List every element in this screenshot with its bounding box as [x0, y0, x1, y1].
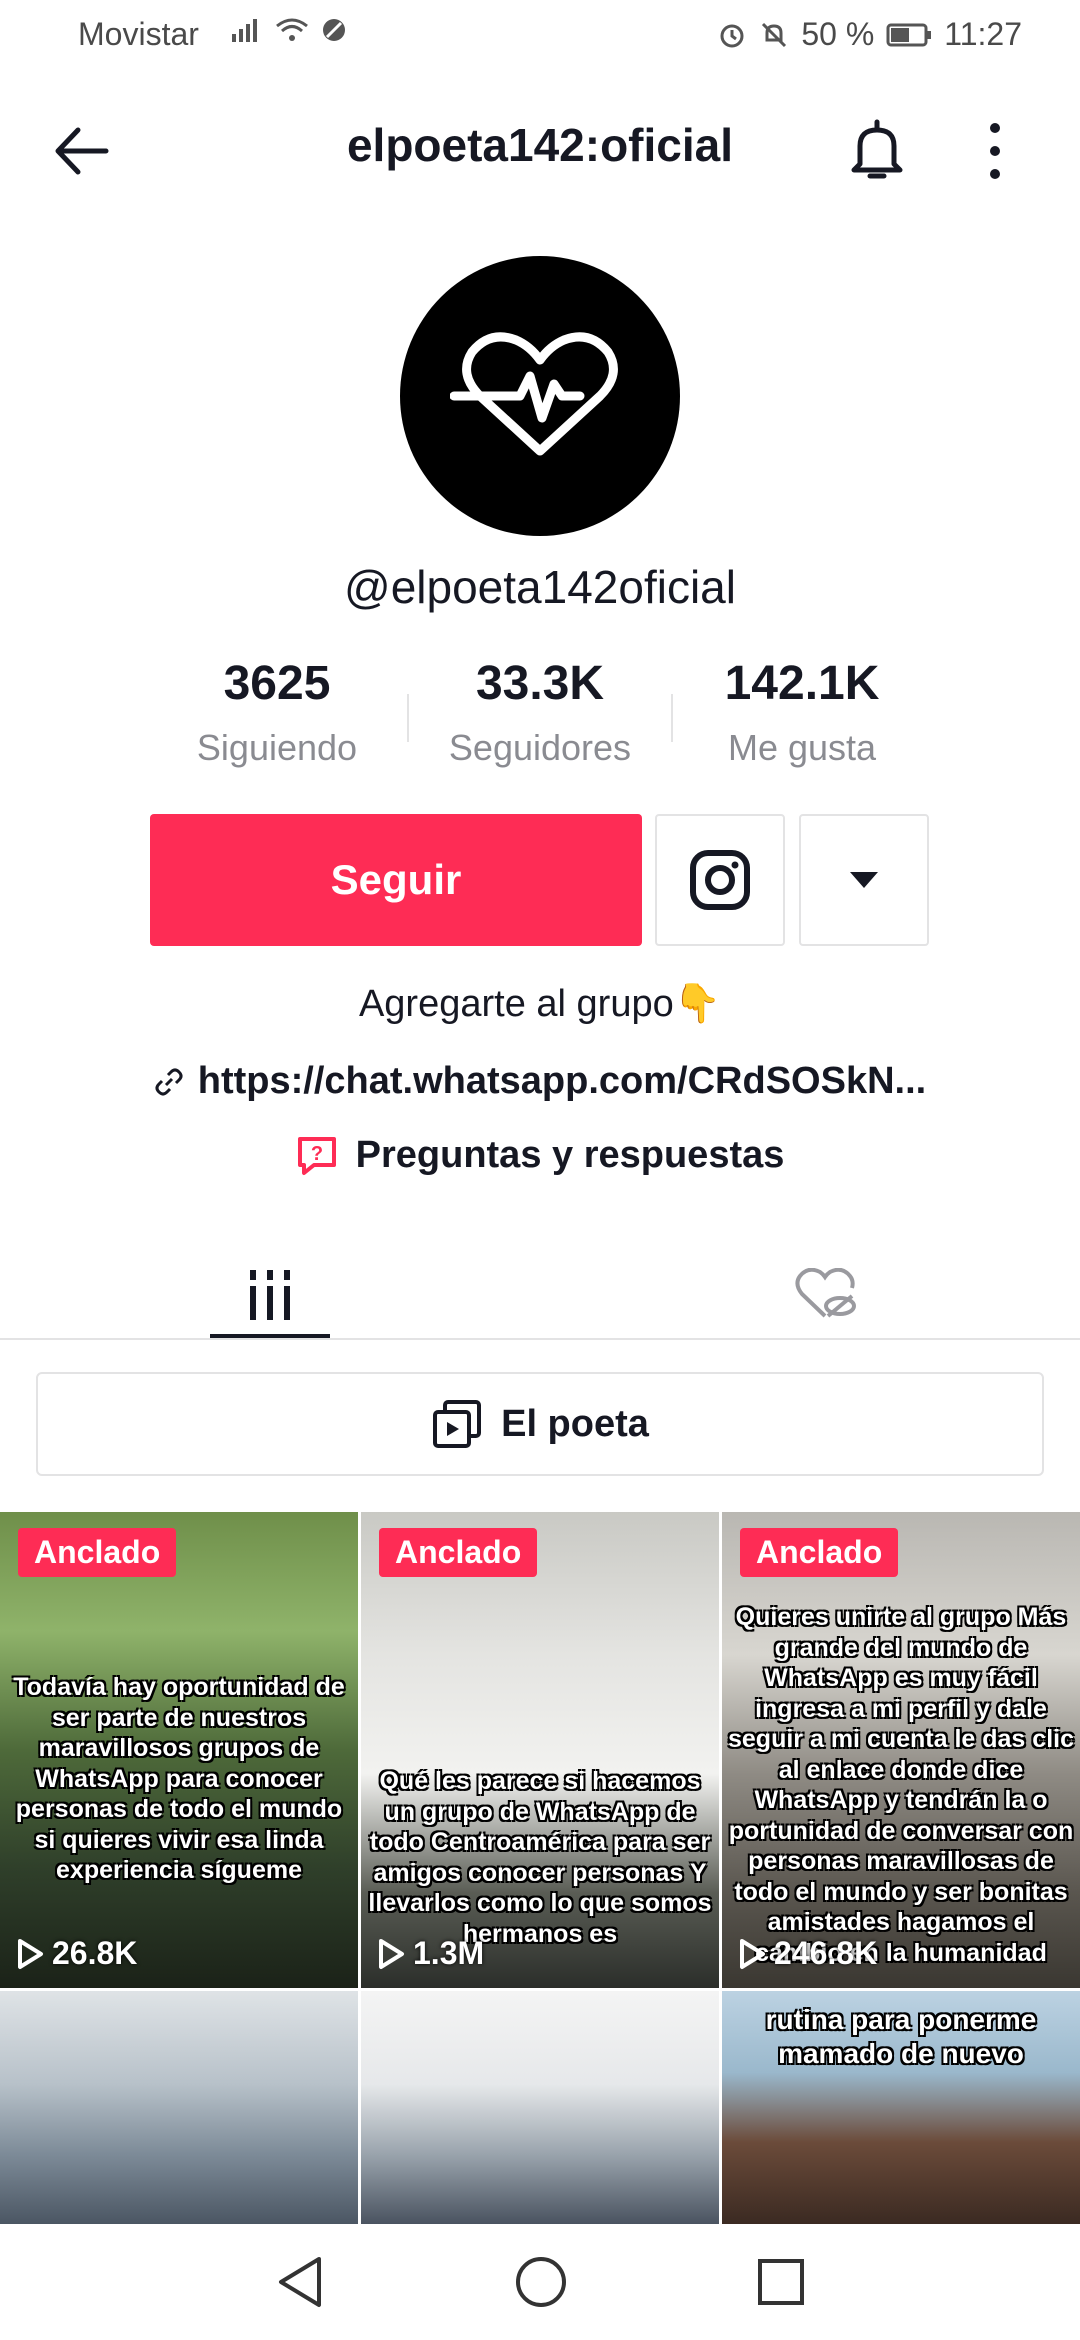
- clock: 11:27: [944, 16, 1022, 52]
- heartbeat-logo-icon: [450, 332, 618, 456]
- instagram-icon: [690, 850, 750, 910]
- video-thumbnail[interactable]: Anclado Quieres unirte al grupo Más gran…: [722, 1512, 1080, 1988]
- view-count-value: 1.3M: [413, 1935, 485, 1971]
- avatar[interactable]: [400, 256, 680, 536]
- pinned-badge: Anclado: [18, 1528, 177, 1577]
- profile-link-text: https://chat.whatsapp.com/CRdSOSkN...: [197, 1060, 927, 1102]
- wifi-icon: [276, 18, 308, 41]
- status-right: 50 % 11:27: [717, 16, 1022, 53]
- play-icon: [740, 1938, 765, 1969]
- play-icon: [379, 1938, 404, 1969]
- link-icon: [155, 1068, 183, 1095]
- video-caption: Quieres unirte al grupo Más grande del m…: [728, 1603, 1074, 1967]
- playlist-icon: [433, 1400, 482, 1448]
- tab-videos[interactable]: [210, 1250, 330, 1340]
- video-thumbnail[interactable]: Anclado Todavía hay oportunidad de ser p…: [0, 1512, 358, 1988]
- view-count: 26.8K: [16, 1935, 137, 1972]
- video-thumbnail[interactable]: rutina para ponerme mamado de nuevo: [722, 1991, 1080, 2224]
- pinned-badge: Anclado: [740, 1528, 899, 1577]
- question-bubble-icon: ?: [297, 1136, 336, 1175]
- mute-bell-icon: [762, 22, 787, 47]
- bio-text: Agregarte al grupo👇: [358, 983, 722, 1025]
- video-thumbnail[interactable]: [0, 1991, 358, 2224]
- view-count: 1.3M: [377, 1935, 484, 1972]
- status-bar: Movistar 50 % 11:27: [0, 0, 1080, 72]
- stat-label: Seguidores: [448, 727, 632, 768]
- tabs-divider: [0, 1338, 1080, 1340]
- view-count: 246.8K: [738, 1935, 877, 1972]
- stat-following[interactable]: 3625 Siguiendo: [157, 656, 397, 769]
- playlist-label: El poeta: [501, 1402, 649, 1445]
- video-caption: rutina para ponerme mamado de nuevo: [765, 2004, 1037, 2070]
- no-disturb-icon: [323, 19, 345, 41]
- page-title: elpoeta142:oficial: [346, 119, 734, 171]
- stat-followers[interactable]: 33.3K Seguidores: [420, 656, 660, 769]
- instagram-button[interactable]: [655, 814, 785, 946]
- nav-recents-icon[interactable]: [757, 2258, 805, 2306]
- playlist-button[interactable]: El poeta: [36, 1372, 1044, 1476]
- more-options-button[interactable]: [980, 118, 1010, 184]
- tab-liked-hidden[interactable]: [765, 1250, 885, 1340]
- qa-link[interactable]: ? Preguntas y respuestas: [0, 1134, 1080, 1177]
- caret-down-icon: [850, 872, 878, 888]
- alarm-icon: [720, 24, 744, 47]
- grid-icon: [250, 1270, 290, 1320]
- carrier-name: Movistar: [78, 16, 199, 52]
- svg-text:?: ?: [311, 1143, 323, 1165]
- stat-divider: [407, 694, 409, 742]
- heart-eye-slash-icon: [795, 1268, 856, 1318]
- stat-value: 142.1K: [724, 657, 880, 710]
- signal-icon: [232, 19, 257, 42]
- follow-button[interactable]: Seguir: [150, 814, 642, 946]
- view-count-value: 26.8K: [52, 1935, 138, 1971]
- pinned-badge: Anclado: [379, 1528, 538, 1577]
- video-caption: Todavía hay oportunidad de ser parte de …: [13, 1673, 345, 1884]
- username: @elpoeta142oficial: [344, 561, 736, 613]
- notification-bell-button[interactable]: [846, 118, 908, 184]
- stat-likes: 142.1K Me gusta: [682, 656, 922, 769]
- qa-label: Preguntas y respuestas: [355, 1134, 785, 1176]
- profile-link[interactable]: https://chat.whatsapp.com/CRdSOSkN...: [0, 1060, 1080, 1103]
- video-thumbnail[interactable]: [361, 1991, 719, 2224]
- stat-label: Siguiendo: [196, 727, 358, 768]
- system-nav-bar: [0, 2224, 1080, 2340]
- stat-value: 3625: [223, 657, 331, 710]
- nav-back-icon[interactable]: [275, 2255, 325, 2309]
- video-thumbnail[interactable]: Anclado Qué les parece si hacemos un gru…: [361, 1512, 719, 1988]
- stat-label: Me gusta: [727, 727, 877, 768]
- stat-divider: [671, 694, 673, 742]
- bell-icon: [851, 119, 903, 179]
- play-icon: [18, 1938, 43, 1969]
- battery-percent: 50 %: [801, 16, 875, 52]
- nav-home-icon[interactable]: [514, 2255, 568, 2309]
- battery-icon: [886, 23, 932, 46]
- more-vertical-icon: [990, 123, 1000, 179]
- view-count-value: 246.8K: [774, 1935, 878, 1971]
- status-left-icons: [230, 16, 348, 44]
- suggested-accounts-button[interactable]: [799, 814, 929, 946]
- stat-value: 33.3K: [475, 657, 605, 710]
- video-caption: Qué les parece si hacemos un grupo de Wh…: [368, 1767, 712, 1948]
